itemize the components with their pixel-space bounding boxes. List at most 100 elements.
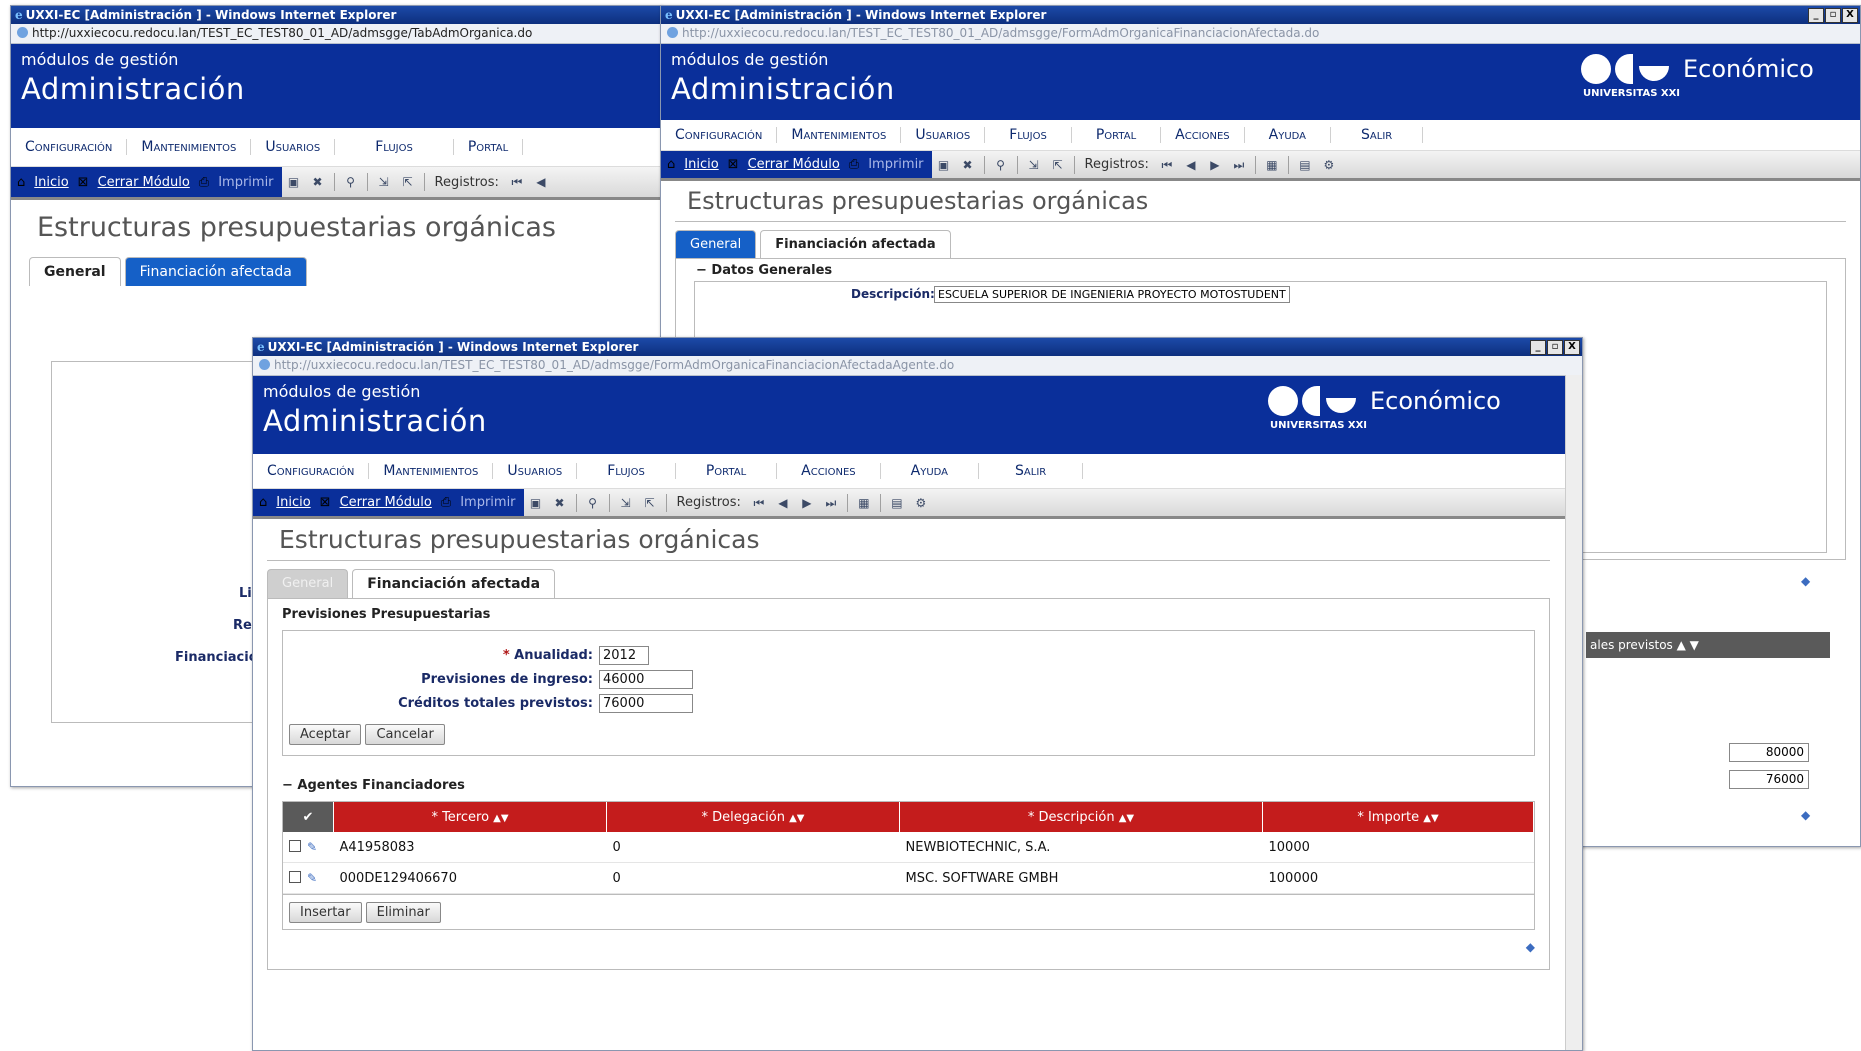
menu-portal[interactable]: Portal [454,139,524,155]
close-button[interactable]: X [1842,8,1858,23]
menu-flujos[interactable]: Flujos [985,127,1072,143]
anualidad-field[interactable]: 2012 [599,646,649,665]
settings-icon[interactable]: ⚙ [1321,157,1337,173]
import-icon[interactable]: ⇲ [618,495,634,511]
menu-mantenimientos[interactable]: Mantenimientos [127,139,252,155]
menu-flujos[interactable]: Flujos [335,139,454,155]
close-module-link[interactable]: Cerrar Módulo [340,495,432,510]
grid-view-icon[interactable]: ▦ [856,495,872,511]
maximize-button[interactable]: ▫ [1547,340,1563,355]
home-link[interactable]: Inicio [684,157,718,172]
tab-general[interactable]: General [29,257,121,286]
menu-salir[interactable]: Salir [979,463,1084,479]
settings-icon[interactable]: ⚙ [913,495,929,511]
menu-configuracion[interactable]: Configuración [253,463,370,479]
menu-usuarios[interactable]: Usuarios [901,127,986,143]
vertical-scrollbar[interactable] [1565,375,1582,1050]
tab-financiacion[interactable]: Financiación afectada [352,569,556,598]
import-icon[interactable]: ⇲ [1026,157,1042,173]
save-icon[interactable]: ▣ [936,157,952,173]
table-row[interactable]: ✎ 000DE129406670 0 MSC. SOFTWARE GMBH 10… [283,862,1534,894]
export-icon[interactable]: ⇱ [400,174,416,190]
minimize-button[interactable]: _ [1530,340,1546,355]
export-icon[interactable]: ⇱ [642,495,658,511]
menu-mantenimientos[interactable]: Mantenimientos [777,127,902,143]
minimize-button[interactable]: _ [1808,8,1824,23]
col-importe[interactable]: * Importe ▲▼ [1262,802,1534,832]
menu-portal[interactable]: Portal [1072,127,1162,143]
menu-portal[interactable]: Portal [676,463,778,479]
description-field[interactable]: ESCUELA SUPERIOR DE INGENIERIA PROYECTO … [934,286,1290,303]
first-record-icon[interactable]: ⏮ [751,495,767,511]
sort-icon[interactable]: ▲▼ [789,813,804,824]
address-bar[interactable]: http://uxxiecocu.redocu.lan/TEST_EC_TEST… [661,24,1860,44]
menu-ayuda[interactable]: Ayuda [881,463,980,479]
delete-record-icon[interactable]: ✖ [960,157,976,173]
address-bar[interactable]: http://uxxiecocu.redocu.lan/TEST_EC_TEST… [253,356,1582,376]
delete-record-icon[interactable]: ✖ [552,495,568,511]
menu-configuracion[interactable]: Configuración [11,139,128,155]
home-link[interactable]: Inicio [276,495,310,510]
tab-financiacion[interactable]: Financiación afectada [760,230,951,258]
mid-value-2[interactable]: 76000 [1729,770,1809,789]
search-icon[interactable]: ⚲ [343,174,359,190]
menu-usuarios[interactable]: Usuarios [493,463,578,479]
save-icon[interactable]: ▣ [528,495,544,511]
next-record-icon[interactable]: ▶ [799,495,815,511]
close-module-link[interactable]: Cerrar Módulo [748,157,840,172]
row-checkbox[interactable] [289,839,301,852]
menu-configuracion[interactable]: Configuración [661,127,778,143]
scroll-top-icon[interactable]: ◆ [1801,574,1810,588]
import-icon[interactable]: ⇲ [376,174,392,190]
save-icon[interactable]: ▣ [286,174,302,190]
row-checkbox[interactable] [289,870,301,883]
home-link[interactable]: Inicio [34,175,68,190]
delete-button[interactable]: Eliminar [365,902,441,923]
prev-record-icon[interactable]: ◀ [1183,157,1199,173]
col-descripcion[interactable]: * Descripción ▲▼ [899,802,1263,832]
tab-general[interactable]: General [675,230,757,258]
menu-acciones[interactable]: Acciones [777,463,881,479]
menu-salir[interactable]: Salir [1331,127,1424,143]
address-bar[interactable]: http://uxxiecocu.redocu.lan/TEST_EC_TEST… [11,24,661,44]
insert-button[interactable]: Insertar [289,902,362,923]
accept-button[interactable]: Aceptar [289,724,362,745]
close-button[interactable]: X [1564,340,1580,355]
search-icon[interactable]: ⚲ [585,495,601,511]
menu-ayuda[interactable]: Ayuda [1245,127,1332,143]
first-record-icon[interactable]: ⏮ [509,174,525,190]
delete-record-icon[interactable]: ✖ [310,174,326,190]
ingreso-field[interactable]: 46000 [599,670,693,689]
maximize-button[interactable]: ▫ [1825,8,1841,23]
last-record-icon[interactable]: ⏭ [823,495,839,511]
print-link[interactable]: Imprimir [868,157,923,172]
last-record-icon[interactable]: ⏭ [1231,157,1247,173]
grid-view-icon[interactable]: ▦ [1264,157,1280,173]
edit-icon[interactable]: ✎ [307,871,317,885]
tab-financiacion[interactable]: Financiación afectada [124,257,307,286]
edit-icon[interactable]: ✎ [307,840,317,854]
creditos-field[interactable]: 76000 [599,694,693,713]
col-delegacion[interactable]: * Delegación ▲▼ [606,802,900,832]
next-record-icon[interactable]: ▶ [1207,157,1223,173]
search-icon[interactable]: ⚲ [993,157,1009,173]
print-link[interactable]: Imprimir [218,175,273,190]
mid-value-1[interactable]: 80000 [1729,743,1809,762]
sort-icon[interactable]: ▲▼ [493,813,508,824]
export-icon[interactable]: ⇱ [1050,157,1066,173]
first-record-icon[interactable]: ⏮ [1159,157,1175,173]
close-module-link[interactable]: Cerrar Módulo [98,175,190,190]
print-link[interactable]: Imprimir [460,495,515,510]
menu-acciones[interactable]: Acciones [1161,127,1245,143]
select-all-icon[interactable]: ✔ [283,802,334,832]
col-tercero[interactable]: * Tercero ▲▼ [333,802,607,832]
tab-general[interactable]: General [267,569,349,598]
report-icon[interactable]: ▤ [1297,157,1313,173]
prev-record-icon[interactable]: ◀ [533,174,549,190]
sort-icon[interactable]: ▲▼ [1119,813,1134,824]
scroll-top-icon[interactable]: ◆ [1801,808,1810,822]
menu-flujos[interactable]: Flujos [577,463,676,479]
sort-icon[interactable]: ▲▼ [1423,813,1438,824]
prev-record-icon[interactable]: ◀ [775,495,791,511]
report-icon[interactable]: ▤ [889,495,905,511]
